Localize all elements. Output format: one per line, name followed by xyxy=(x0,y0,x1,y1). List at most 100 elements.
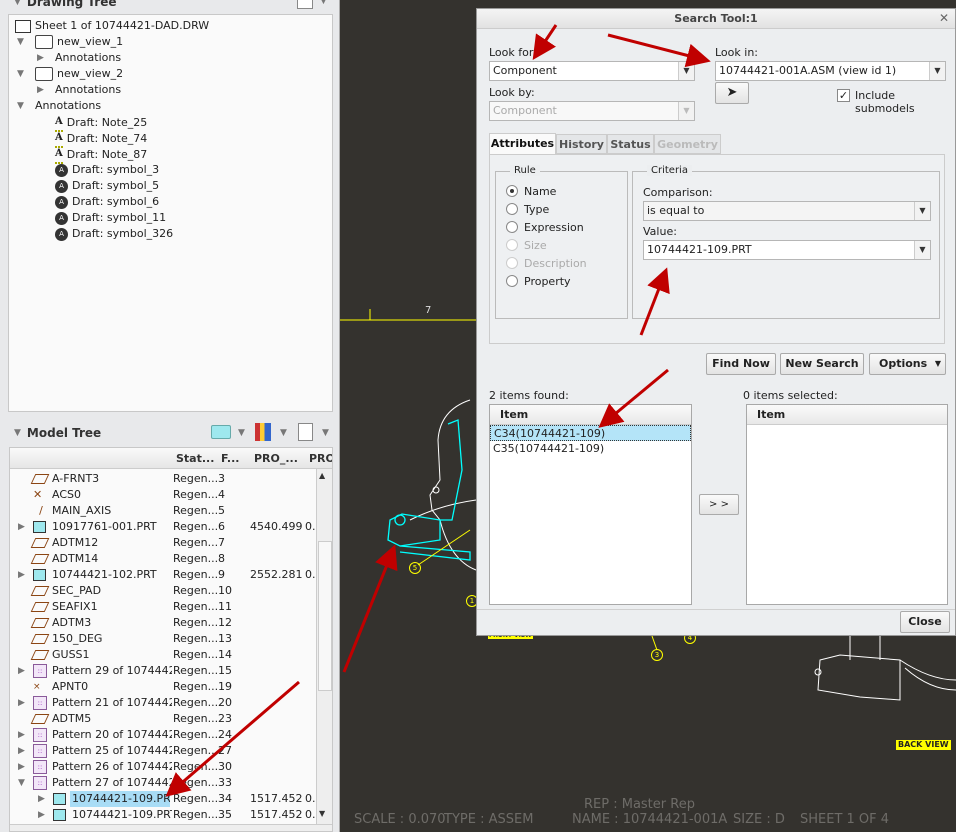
expand-right-icon[interactable]: ▶ xyxy=(18,759,25,775)
chevron-down-icon[interactable]: ▼ xyxy=(929,62,945,80)
tab-status[interactable]: Status xyxy=(607,134,654,154)
new-search-button[interactable]: New Search xyxy=(780,353,864,375)
find-now-button[interactable]: Find Now xyxy=(706,353,776,375)
model-tree[interactable]: Stat... F... PRO_... PRO. A-FRNT3 Regen..… xyxy=(9,447,333,832)
rule-radio-property[interactable]: Property xyxy=(506,274,571,290)
tree-item[interactable]: A Draft: Note_25 xyxy=(55,114,147,132)
collapse-icon[interactable]: ▼ xyxy=(14,428,21,438)
model-tree-row[interactable]: ADTM5 Regen... 23 xyxy=(10,711,316,727)
model-tree-row[interactable]: ▶ 10744421-102.PRT Regen... 9 2552.281 0. xyxy=(10,567,316,583)
chevron-down-icon[interactable]: ▼ xyxy=(678,62,694,80)
found-items-list[interactable]: Item C34(10744421-109) C35(10744421-109) xyxy=(489,404,692,605)
tree-item[interactable]: ▼ Annotations xyxy=(17,98,101,114)
model-tree-row[interactable]: ▶::Pattern 26 of 10744421-Regen...30 xyxy=(10,759,316,775)
model-tree-row[interactable]: ADTM12 Regen... 7 xyxy=(10,535,316,551)
list-item[interactable]: C34(10744421-109) xyxy=(490,425,691,441)
radio-icon[interactable] xyxy=(506,203,518,215)
expand-right-icon[interactable]: ▶ xyxy=(18,727,25,743)
comparison-select[interactable]: is equal to ▼ xyxy=(643,201,931,221)
expand-down-icon[interactable]: ▼ xyxy=(17,34,31,50)
column-status[interactable]: Stat... xyxy=(176,452,214,465)
back-view-label[interactable]: BACK VIEW xyxy=(896,740,951,750)
selected-items-list[interactable]: Item xyxy=(746,404,948,605)
list-item[interactable]: C35(10744421-109) xyxy=(490,441,691,457)
model-tree-row[interactable]: ▶::Pattern 21 of 10744421-Regen...20 xyxy=(10,695,316,711)
vertical-scrollbar[interactable]: ▲ ▼ xyxy=(316,469,332,824)
balloon-5[interactable]: 5 xyxy=(409,562,421,574)
tree-item[interactable]: A Draft: symbol_3 xyxy=(55,162,159,178)
tree-item[interactable]: A Draft: Note_74 xyxy=(55,130,147,148)
options-button[interactable]: Options ▼ xyxy=(869,353,946,375)
model-tree-row[interactable]: A-FRNT3 Regen... 3 xyxy=(10,471,316,487)
include-submodels-checkbox[interactable]: ✓ xyxy=(837,89,850,102)
model-tree-row[interactable]: ▶ 10744421-109.PRT Regen... 34 1517.452 0. xyxy=(10,791,316,807)
expand-down-icon[interactable]: ▼ xyxy=(17,98,31,114)
expand-right-icon[interactable]: ▶ xyxy=(18,743,25,759)
tree-item[interactable]: A Draft: symbol_6 xyxy=(55,194,159,210)
expand-right-icon[interactable]: ▶ xyxy=(18,695,25,711)
model-tree-row[interactable]: GUSS1 Regen... 14 xyxy=(10,647,316,663)
model-tree-row[interactable]: SEAFIX1 Regen... 11 xyxy=(10,599,316,615)
model-tree-row[interactable]: ▶ 10917761-001.PRT Regen... 6 4540.499 0. xyxy=(10,519,316,535)
dropdown-arrow-icon[interactable]: ▼ xyxy=(320,0,327,6)
chevron-down-icon[interactable]: ▼ xyxy=(914,241,930,259)
column-pro-2[interactable]: PRO. xyxy=(309,452,332,465)
model-tree-row[interactable]: ADTM14 Regen... 8 xyxy=(10,551,316,567)
rule-radio-expression[interactable]: Expression xyxy=(506,220,584,236)
tree-item[interactable]: A Draft: symbol_5 xyxy=(55,178,159,194)
dropdown-arrow-icon[interactable]: ▼ xyxy=(238,428,245,438)
collapse-icon[interactable]: ▼ xyxy=(14,0,21,7)
tree-item[interactable]: ▼ new_view_2 xyxy=(17,66,123,82)
look-in-select[interactable]: 10744421-001A.ASM (view id 1) ▼ xyxy=(715,61,946,81)
tree-item[interactable]: A Draft: symbol_326 xyxy=(55,226,173,242)
model-tree-row[interactable]: ▶::Pattern 25 of 10744421-Regen...27 xyxy=(10,743,316,759)
expand-right-icon[interactable]: ▶ xyxy=(18,663,25,679)
model-tree-row[interactable]: ADTM3 Regen... 12 xyxy=(10,615,316,631)
expand-right-icon[interactable]: ▶ xyxy=(18,567,25,583)
tree-item[interactable]: ▶ Annotations xyxy=(37,50,121,66)
tree-item[interactable]: ▶ Annotations xyxy=(37,82,121,98)
radio-icon[interactable] xyxy=(506,257,518,269)
tree-item[interactable]: ▼ new_view_1 xyxy=(17,34,123,50)
drawing-tree-header[interactable]: ▼ Drawing Tree xyxy=(14,0,116,9)
model-tree-row[interactable]: ✕ ACS0 Regen... 4 xyxy=(10,487,316,503)
model-tree-header[interactable]: ▼ Model Tree xyxy=(14,426,101,440)
model-tree-row[interactable]: ▼::Pattern 27 of 10744421-Regen...33 xyxy=(10,775,316,791)
display-icon[interactable] xyxy=(211,425,231,439)
expand-right-icon[interactable]: ▶ xyxy=(38,791,45,807)
value-input[interactable]: 10744421-109.PRT ▼ xyxy=(643,240,931,260)
close-icon[interactable]: ✕ xyxy=(939,11,949,25)
model-tree-row[interactable]: / MAIN_AXIS Regen... 5 xyxy=(10,503,316,519)
expand-right-icon[interactable]: ▶ xyxy=(37,50,51,66)
radio-icon[interactable] xyxy=(506,221,518,233)
chevron-down-icon[interactable]: ▼ xyxy=(914,202,930,220)
dropdown-arrow-icon[interactable]: ▼ xyxy=(322,428,329,438)
model-tree-row[interactable]: ▶::Pattern 29 of 10744421-Regen...15 xyxy=(10,663,316,679)
tree-item[interactable]: Sheet 1 of 10744421-DAD.DRW xyxy=(15,18,209,34)
model-tree-row[interactable]: 150_DEG Regen... 13 xyxy=(10,631,316,647)
column-pro-1[interactable]: PRO_... xyxy=(254,452,298,465)
radio-icon[interactable] xyxy=(506,275,518,287)
balloon-3[interactable]: 3 xyxy=(651,649,663,661)
expand-right-icon[interactable]: ▶ xyxy=(37,82,51,98)
expand-down-icon[interactable]: ▼ xyxy=(17,66,31,82)
expand-right-icon[interactable]: ▶ xyxy=(38,807,45,823)
radio-icon[interactable] xyxy=(506,185,518,197)
close-button[interactable]: Close xyxy=(900,611,950,633)
rule-radio-name[interactable]: Name xyxy=(506,184,556,200)
expand-right-icon[interactable]: ▶ xyxy=(18,519,25,535)
tree-item[interactable]: A Draft: symbol_11 xyxy=(55,210,166,226)
horizontal-scrollbar[interactable] xyxy=(10,824,332,831)
rule-radio-type[interactable]: Type xyxy=(506,202,549,218)
dropdown-arrow-icon[interactable]: ▼ xyxy=(280,428,287,438)
tab-history[interactable]: History xyxy=(556,134,607,154)
show-settings-icon[interactable] xyxy=(298,423,313,441)
model-tree-row[interactable]: × APNT0 Regen... 19 xyxy=(10,679,316,695)
scroll-down-icon[interactable]: ▼ xyxy=(319,809,325,818)
model-tree-row[interactable]: ▶ 10744421-109.PRT Regen... 35 1517.452 0. xyxy=(10,807,316,823)
model-tree-row[interactable]: SEC_PAD Regen... 10 xyxy=(10,583,316,599)
drawing-tree[interactable]: Sheet 1 of 10744421-DAD.DRW ▼ new_view_1 ▶ A… xyxy=(8,14,333,412)
show-settings-icon[interactable] xyxy=(297,0,313,9)
add-to-selection-button[interactable]: > > xyxy=(699,494,739,515)
radio-icon[interactable] xyxy=(506,239,518,251)
